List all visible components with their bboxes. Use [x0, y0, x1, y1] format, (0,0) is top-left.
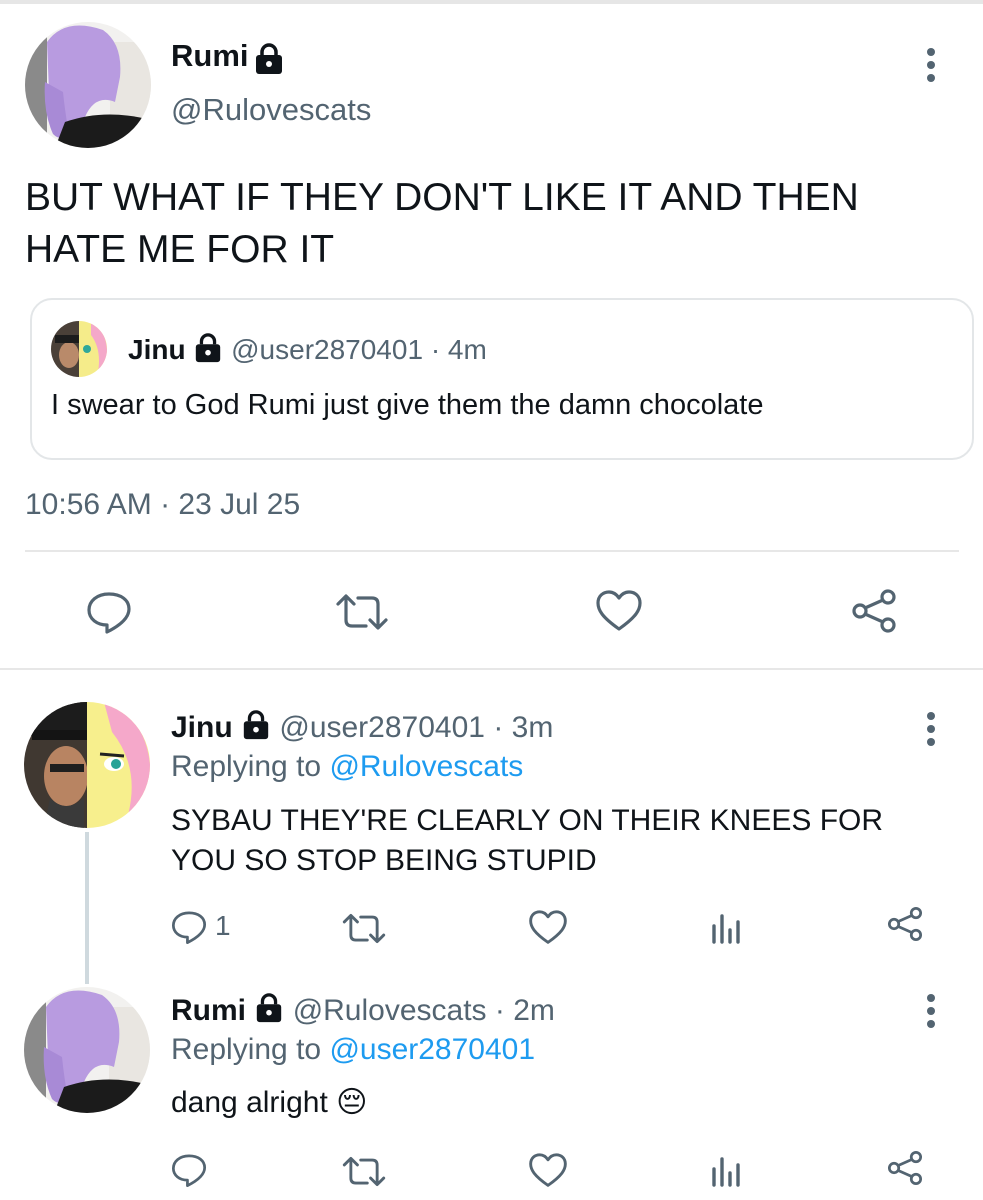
reply-author-name[interactable]: Rumi	[171, 994, 246, 1027]
tweet-text-line: BUT WHAT IF THEY DON'T LIKE IT AND THEN	[25, 176, 859, 219]
reply-author-handle[interactable]: @Rulovescats	[293, 994, 487, 1027]
retweet-icon[interactable]	[341, 912, 387, 945]
analytics-icon[interactable]	[710, 1153, 742, 1187]
lock-icon	[254, 993, 284, 1031]
author-handle[interactable]: @Rulovescats	[171, 92, 371, 128]
avatar-jinu-small	[51, 321, 107, 377]
share-icon[interactable]	[886, 1150, 924, 1186]
divider	[25, 550, 959, 552]
lock-icon	[241, 710, 271, 748]
lock-icon	[193, 333, 223, 370]
reply-time: · 2m	[494, 993, 555, 1027]
reply-time: · 3m	[493, 710, 554, 744]
like-icon[interactable]	[529, 910, 567, 945]
like-icon[interactable]	[529, 1153, 567, 1188]
pensive-emoji: 😔	[336, 1086, 368, 1119]
like-icon[interactable]	[596, 590, 642, 632]
top-divider	[0, 0, 983, 4]
quoted-author-handle: @user2870401	[231, 333, 424, 365]
avatar-rumi[interactable]	[24, 987, 150, 1113]
quoted-tweet[interactable]	[30, 298, 974, 460]
timestamp[interactable]: 10:56 AM · 23 Jul 25	[25, 488, 300, 522]
thread-line	[85, 832, 89, 984]
tweet-text: BUT WHAT IF THEY DON'T LIKE IT AND THEN …	[25, 172, 859, 276]
share-icon[interactable]	[850, 588, 898, 634]
more-icon[interactable]	[926, 48, 936, 87]
quoted-author-name: Jinu	[128, 333, 186, 365]
avatar-jinu[interactable]	[24, 702, 150, 828]
reply-icon[interactable]	[171, 909, 207, 945]
tweet-text-line: HATE ME FOR IT	[25, 228, 335, 271]
analytics-icon[interactable]	[710, 910, 742, 944]
quoted-time: · 4m	[430, 333, 487, 365]
reply-text-line: SYBAU THEY'RE CLEARLY ON THEIR KNEES FOR	[171, 804, 884, 837]
lock-icon	[253, 43, 285, 80]
retweet-icon[interactable]	[334, 592, 390, 632]
replying-to-link[interactable]: @Rulovescats	[329, 750, 523, 783]
author-name[interactable]: Rumi	[171, 38, 249, 73]
replying-to-label: Replying to	[171, 1033, 322, 1066]
divider	[0, 668, 983, 670]
replying-to-label: Replying to	[171, 750, 322, 783]
retweet-icon[interactable]	[341, 1155, 387, 1188]
share-icon[interactable]	[886, 906, 924, 942]
reply-text: SYBAU THEY'RE CLEARLY ON THEIR KNEES FOR…	[171, 801, 883, 881]
replying-to-link[interactable]: @user2870401	[329, 1033, 535, 1066]
more-icon[interactable]	[926, 994, 936, 1033]
avatar-rumi[interactable]	[25, 22, 151, 148]
reply-author-name[interactable]: Jinu	[171, 711, 233, 744]
reply-icon[interactable]	[86, 590, 132, 634]
reply-text-line: YOU SO STOP BEING STUPID	[171, 844, 597, 877]
reply-text: dang alright	[171, 1086, 328, 1119]
more-icon[interactable]	[926, 712, 936, 751]
reply-icon[interactable]	[171, 1152, 207, 1188]
reply-author-handle[interactable]: @user2870401	[279, 711, 485, 744]
avatar-image	[25, 22, 151, 148]
reply-count: 1	[215, 910, 231, 941]
quoted-text: I swear to God Rumi just give them the d…	[51, 389, 764, 421]
